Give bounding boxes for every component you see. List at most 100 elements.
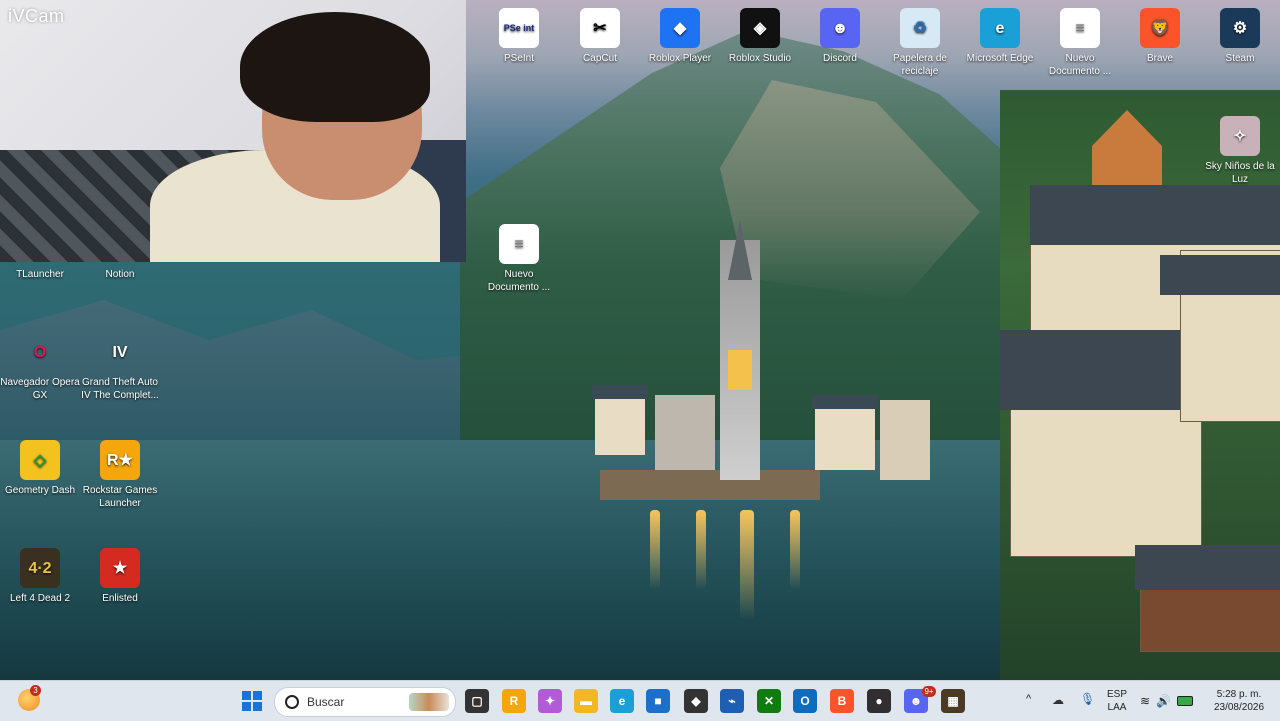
brave-icon: B — [837, 694, 847, 708]
taskbar-obs-button[interactable]: ● — [867, 689, 891, 713]
show-hidden-icons-button[interactable]: ^ — [1026, 693, 1038, 705]
wallpaper-roof — [592, 385, 648, 399]
desktop-icon-pseint[interactable]: PSe int PSeInt — [479, 8, 559, 65]
taskbar-rockstar-button[interactable]: R — [502, 689, 526, 713]
wifi-icon: ≋ — [1140, 694, 1151, 708]
desktop-icon-brave[interactable]: 🦁 Brave — [1120, 8, 1200, 65]
desktop-icon-label: Papelera de reciclaje — [893, 53, 947, 77]
desktop-icon-nuevo-doc-top[interactable]: ≡ Nuevo Documento ... — [1040, 8, 1120, 78]
desktop-icon-gta4[interactable]: IV Grand Theft Auto IV The Complet... — [80, 332, 160, 402]
desktop-icon-capcut[interactable]: ✂ CapCut — [560, 8, 640, 65]
discord-badge: 9+ — [922, 686, 936, 697]
gta4-icon: IV — [112, 343, 128, 361]
desktop-icon-roblox-player[interactable]: ◆ Roblox Player — [640, 8, 720, 65]
desktop-icon-steam[interactable]: ⚙ Steam — [1200, 8, 1280, 65]
desktop-icon-recycle-bin[interactable]: ♻ Papelera de reciclaje — [880, 8, 960, 78]
desktop-icon-label: Microsoft Edge — [966, 53, 1034, 64]
desktop-icon-notion[interactable]: Notion — [80, 224, 160, 281]
taskbar-brave-button[interactable]: B — [830, 689, 854, 713]
chevron-up-icon: ^ — [1026, 693, 1032, 705]
microphone-tray-button[interactable]: 🎙 — [1080, 692, 1095, 706]
taskbar-outlook-button[interactable]: O — [793, 689, 817, 713]
desktop-icon-label: Grand Theft Auto IV The Complet... — [81, 377, 159, 401]
desktop-icon-label: Sky Niños de la Luz — [1205, 161, 1275, 185]
desktop-icon-label: TLauncher — [16, 269, 64, 280]
brave-icon: 🦁 — [1140, 8, 1180, 48]
start-button[interactable] — [240, 689, 264, 713]
desktop-icon-label: Roblox Studio — [728, 53, 792, 64]
desktop-icon-geometry-dash[interactable]: ◇ Geometry Dash — [0, 440, 80, 497]
wallpaper-light-reflection — [790, 510, 800, 590]
desktop-icon-label: Steam — [1225, 53, 1255, 64]
wallpaper-light-reflection — [650, 510, 660, 590]
desktop-icon-nuevo-doc-mid[interactable]: ≡ Nuevo Documento ... — [479, 224, 559, 294]
desktop-icon-label: Left 4 Dead 2 — [9, 593, 71, 604]
wallpaper-light-reflection — [696, 510, 706, 590]
network-volume-battery-button[interactable]: ≋ 🔊 — [1140, 691, 1202, 711]
taskbar-store-button[interactable]: ■ — [646, 689, 670, 713]
desktop-icon-label: Enlisted — [102, 593, 138, 604]
desktop-icon-label: CapCut — [583, 53, 617, 64]
webcam-watermark: iVCam — [8, 6, 65, 26]
unity-icon: ◆ — [691, 694, 701, 708]
desktop-icon-discord[interactable]: ☻ Discord — [800, 8, 880, 65]
clock-time: 5:28 p. m. — [1216, 689, 1262, 700]
taskbar-task-view-button[interactable]: ▢ — [465, 689, 489, 713]
desktop-icon-label: Brave — [1146, 53, 1174, 64]
desktop-icon-enlisted[interactable]: ★ Enlisted — [80, 548, 160, 605]
search-icon — [285, 695, 299, 709]
roblox-player-icon: ◆ — [660, 8, 700, 48]
taskbar: 3 Buscar ▢ R ✦ ▬ e ■ ◆ ⌁ ✕ O B ● ☻ ▦ 9+ ^ ☁ 🎙 ESP LAA… — [0, 680, 1280, 721]
edge-icon: e — [618, 694, 626, 708]
wallpaper-roof — [1135, 545, 1280, 590]
desktop-icon-label: Rockstar Games Launcher — [82, 485, 158, 509]
webcam-person-hair — [240, 12, 430, 122]
desktop-icon-edge[interactable]: e Microsoft Edge — [960, 8, 1040, 65]
battery-icon — [1177, 696, 1194, 706]
language-code: ESP — [1106, 689, 1127, 700]
roblox-studio-icon: ◈ — [740, 8, 780, 48]
rockstar-icon: R — [509, 694, 519, 708]
desktop-icon-rockstar[interactable]: R★ Rockstar Games Launcher — [80, 440, 160, 510]
outlook-icon: O — [800, 694, 810, 708]
tlauncher-icon — [20, 224, 60, 264]
discord-icon: ☻ — [820, 8, 860, 48]
taskbar-edge-button[interactable]: e — [610, 689, 634, 713]
enlisted-icon: ★ — [100, 548, 140, 588]
weather-widget[interactable]: 3 — [18, 685, 42, 713]
language-indicator[interactable]: ESP LAA — [1104, 688, 1130, 714]
taskbar-search-box[interactable]: Buscar — [274, 687, 456, 717]
taskbar-minecraft-button[interactable]: ▦ — [941, 689, 965, 713]
clock-date: 23/08/2026 — [1213, 702, 1265, 713]
nuevo-doc-mid-icon: ≡ — [499, 224, 539, 264]
desktop-icon-opera-gx[interactable]: O Navegador Opera GX — [0, 332, 80, 402]
store-icon: ■ — [654, 694, 662, 708]
rockstar-icon: R★ — [100, 440, 140, 480]
search-placeholder: Buscar — [307, 695, 345, 709]
desktop-icon-sky[interactable]: ✧ Sky Niños de la Luz — [1200, 116, 1280, 186]
cloud-icon: ☁ — [1052, 693, 1064, 707]
wallpaper-roof — [1160, 255, 1280, 295]
desktop-icon-label: Discord — [823, 53, 857, 64]
taskbar-unity-button[interactable]: ◆ — [684, 689, 708, 713]
clock[interactable]: 5:28 p. m. 23/08/2026 — [1208, 688, 1270, 714]
desktop-icon-label: Navegador Opera GX — [0, 377, 80, 401]
taskbar-xbox-button[interactable]: ✕ — [757, 689, 781, 713]
notion-icon — [100, 224, 140, 264]
desktop-icon-l4d2[interactable]: 4·2 Left 4 Dead 2 — [0, 548, 80, 605]
opera-gx-icon: O — [33, 343, 47, 361]
desktop-icon-roblox-studio[interactable]: ◈ Roblox Studio — [720, 8, 800, 65]
search-highlight-icon — [409, 693, 449, 711]
onedrive-tray-button[interactable]: ☁ — [1052, 693, 1064, 707]
taskbar-copilot-button[interactable]: ✦ — [538, 689, 562, 713]
microphone-icon: 🎙 — [1080, 692, 1096, 706]
volume-icon: 🔊 — [1156, 694, 1172, 708]
edge-icon: e — [980, 8, 1020, 48]
l4d2-icon: 4·2 — [20, 548, 60, 588]
desktop-icon-tlauncher[interactable]: TLauncher — [0, 224, 80, 281]
taskbar-file-explorer-button[interactable]: ▬ — [574, 689, 598, 713]
minecraft-icon: ▦ — [947, 694, 959, 708]
steam-icon: ⚙ — [1220, 8, 1260, 48]
wallpaper-house — [815, 400, 875, 470]
taskbar-visual-studio-button[interactable]: ⌁ — [720, 689, 744, 713]
